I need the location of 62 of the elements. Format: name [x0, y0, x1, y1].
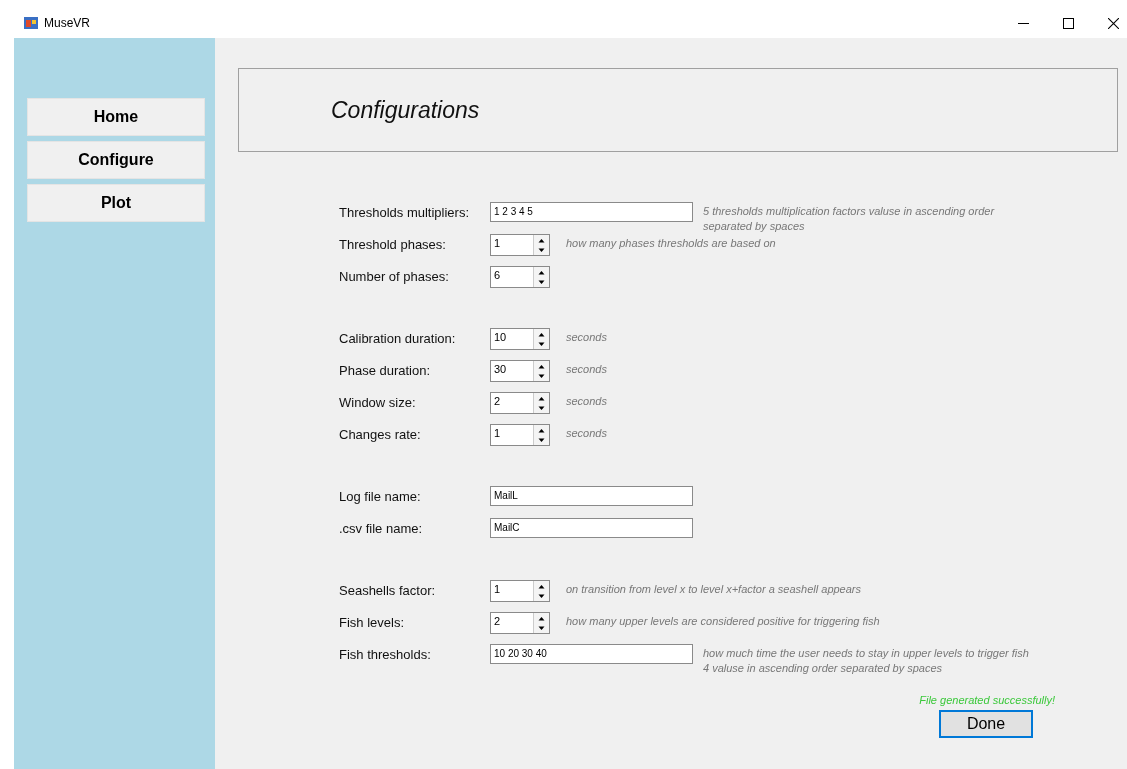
done-button[interactable]: Done: [939, 710, 1033, 738]
page-title: Configurations: [331, 96, 480, 124]
spin-field[interactable]: 30: [490, 360, 550, 382]
input-field[interactable]: 1 2 3 4 5: [490, 202, 693, 222]
app-icon: [24, 17, 38, 29]
down-arrow-icon[interactable]: [537, 624, 546, 632]
input-field[interactable]: MailL: [490, 486, 693, 506]
down-arrow-icon[interactable]: [537, 592, 546, 600]
hint-text: 5 thresholds multiplication factors valuse in ascending order: [703, 204, 995, 219]
nav-button[interactable]: Plot: [27, 184, 205, 222]
hint-text: how much time the user needs to stay in upper levels to trigger fish: [703, 646, 1029, 661]
minimize-icon[interactable]: [1018, 22, 1029, 24]
field-label: Fish thresholds:: [339, 646, 432, 662]
maximize-icon[interactable]: [1063, 17, 1074, 29]
status-message: File generated successfully!: [919, 694, 1055, 706]
field-label: Seashells factor:: [339, 582, 437, 598]
spin-field[interactable]: 2: [490, 392, 550, 414]
up-arrow-icon[interactable]: [537, 614, 546, 622]
hint-text: seconds: [566, 330, 607, 345]
field-label: Window size:: [339, 394, 417, 410]
up-arrow-icon[interactable]: [537, 394, 546, 402]
field-label: Log file name:: [339, 488, 422, 504]
up-arrow-icon[interactable]: [537, 268, 546, 276]
hint-text: separated by spaces: [703, 219, 806, 234]
input-field[interactable]: 10 20 30 40: [490, 644, 693, 664]
nav-button[interactable]: Home: [27, 98, 205, 136]
up-arrow-icon[interactable]: [537, 330, 546, 338]
field-label: Thresholds multipliers:: [339, 204, 471, 220]
field-label: Phase duration:: [339, 362, 432, 378]
field-label: .csv file name:: [339, 520, 424, 536]
hint-text: seconds: [566, 426, 607, 441]
close-icon[interactable]: [1108, 17, 1119, 29]
spin-field[interactable]: 6: [490, 266, 550, 288]
up-arrow-icon[interactable]: [537, 426, 546, 434]
field-label: Calibration duration:: [339, 330, 457, 346]
spin-field[interactable]: 1: [490, 234, 550, 256]
hint-text: seconds: [566, 394, 607, 409]
hint-text: 4 valuse in ascending order separated by spaces: [703, 661, 944, 676]
hint-text: how many phases thresholds are based on: [566, 236, 776, 251]
spin-field[interactable]: 10: [490, 328, 550, 350]
down-arrow-icon[interactable]: [537, 404, 546, 412]
spin-field[interactable]: 1: [490, 424, 550, 446]
input-field[interactable]: MailC: [490, 518, 693, 538]
field-label: Changes rate:: [339, 426, 422, 442]
down-arrow-icon[interactable]: [537, 246, 546, 254]
hint-text: how many upper levels are considered positive for triggering fish: [566, 614, 880, 629]
field-label: Threshold phases:: [339, 236, 447, 252]
down-arrow-icon[interactable]: [537, 372, 546, 380]
window-title: MuseVR: [44, 16, 90, 30]
down-arrow-icon[interactable]: [537, 340, 546, 348]
nav-button[interactable]: Configure: [27, 141, 205, 179]
hint-text: on transition from level x to level x+factor a seashell appears: [566, 582, 861, 597]
down-arrow-icon[interactable]: [537, 436, 546, 444]
field-label: Number of phases:: [339, 268, 450, 284]
hint-text: seconds: [566, 362, 607, 377]
spin-field[interactable]: 2: [490, 612, 550, 634]
down-arrow-icon[interactable]: [537, 278, 546, 286]
up-arrow-icon[interactable]: [537, 236, 546, 244]
up-arrow-icon[interactable]: [537, 582, 546, 590]
spin-field[interactable]: 1: [490, 580, 550, 602]
up-arrow-icon[interactable]: [537, 362, 546, 370]
field-label: Fish levels:: [339, 614, 406, 630]
